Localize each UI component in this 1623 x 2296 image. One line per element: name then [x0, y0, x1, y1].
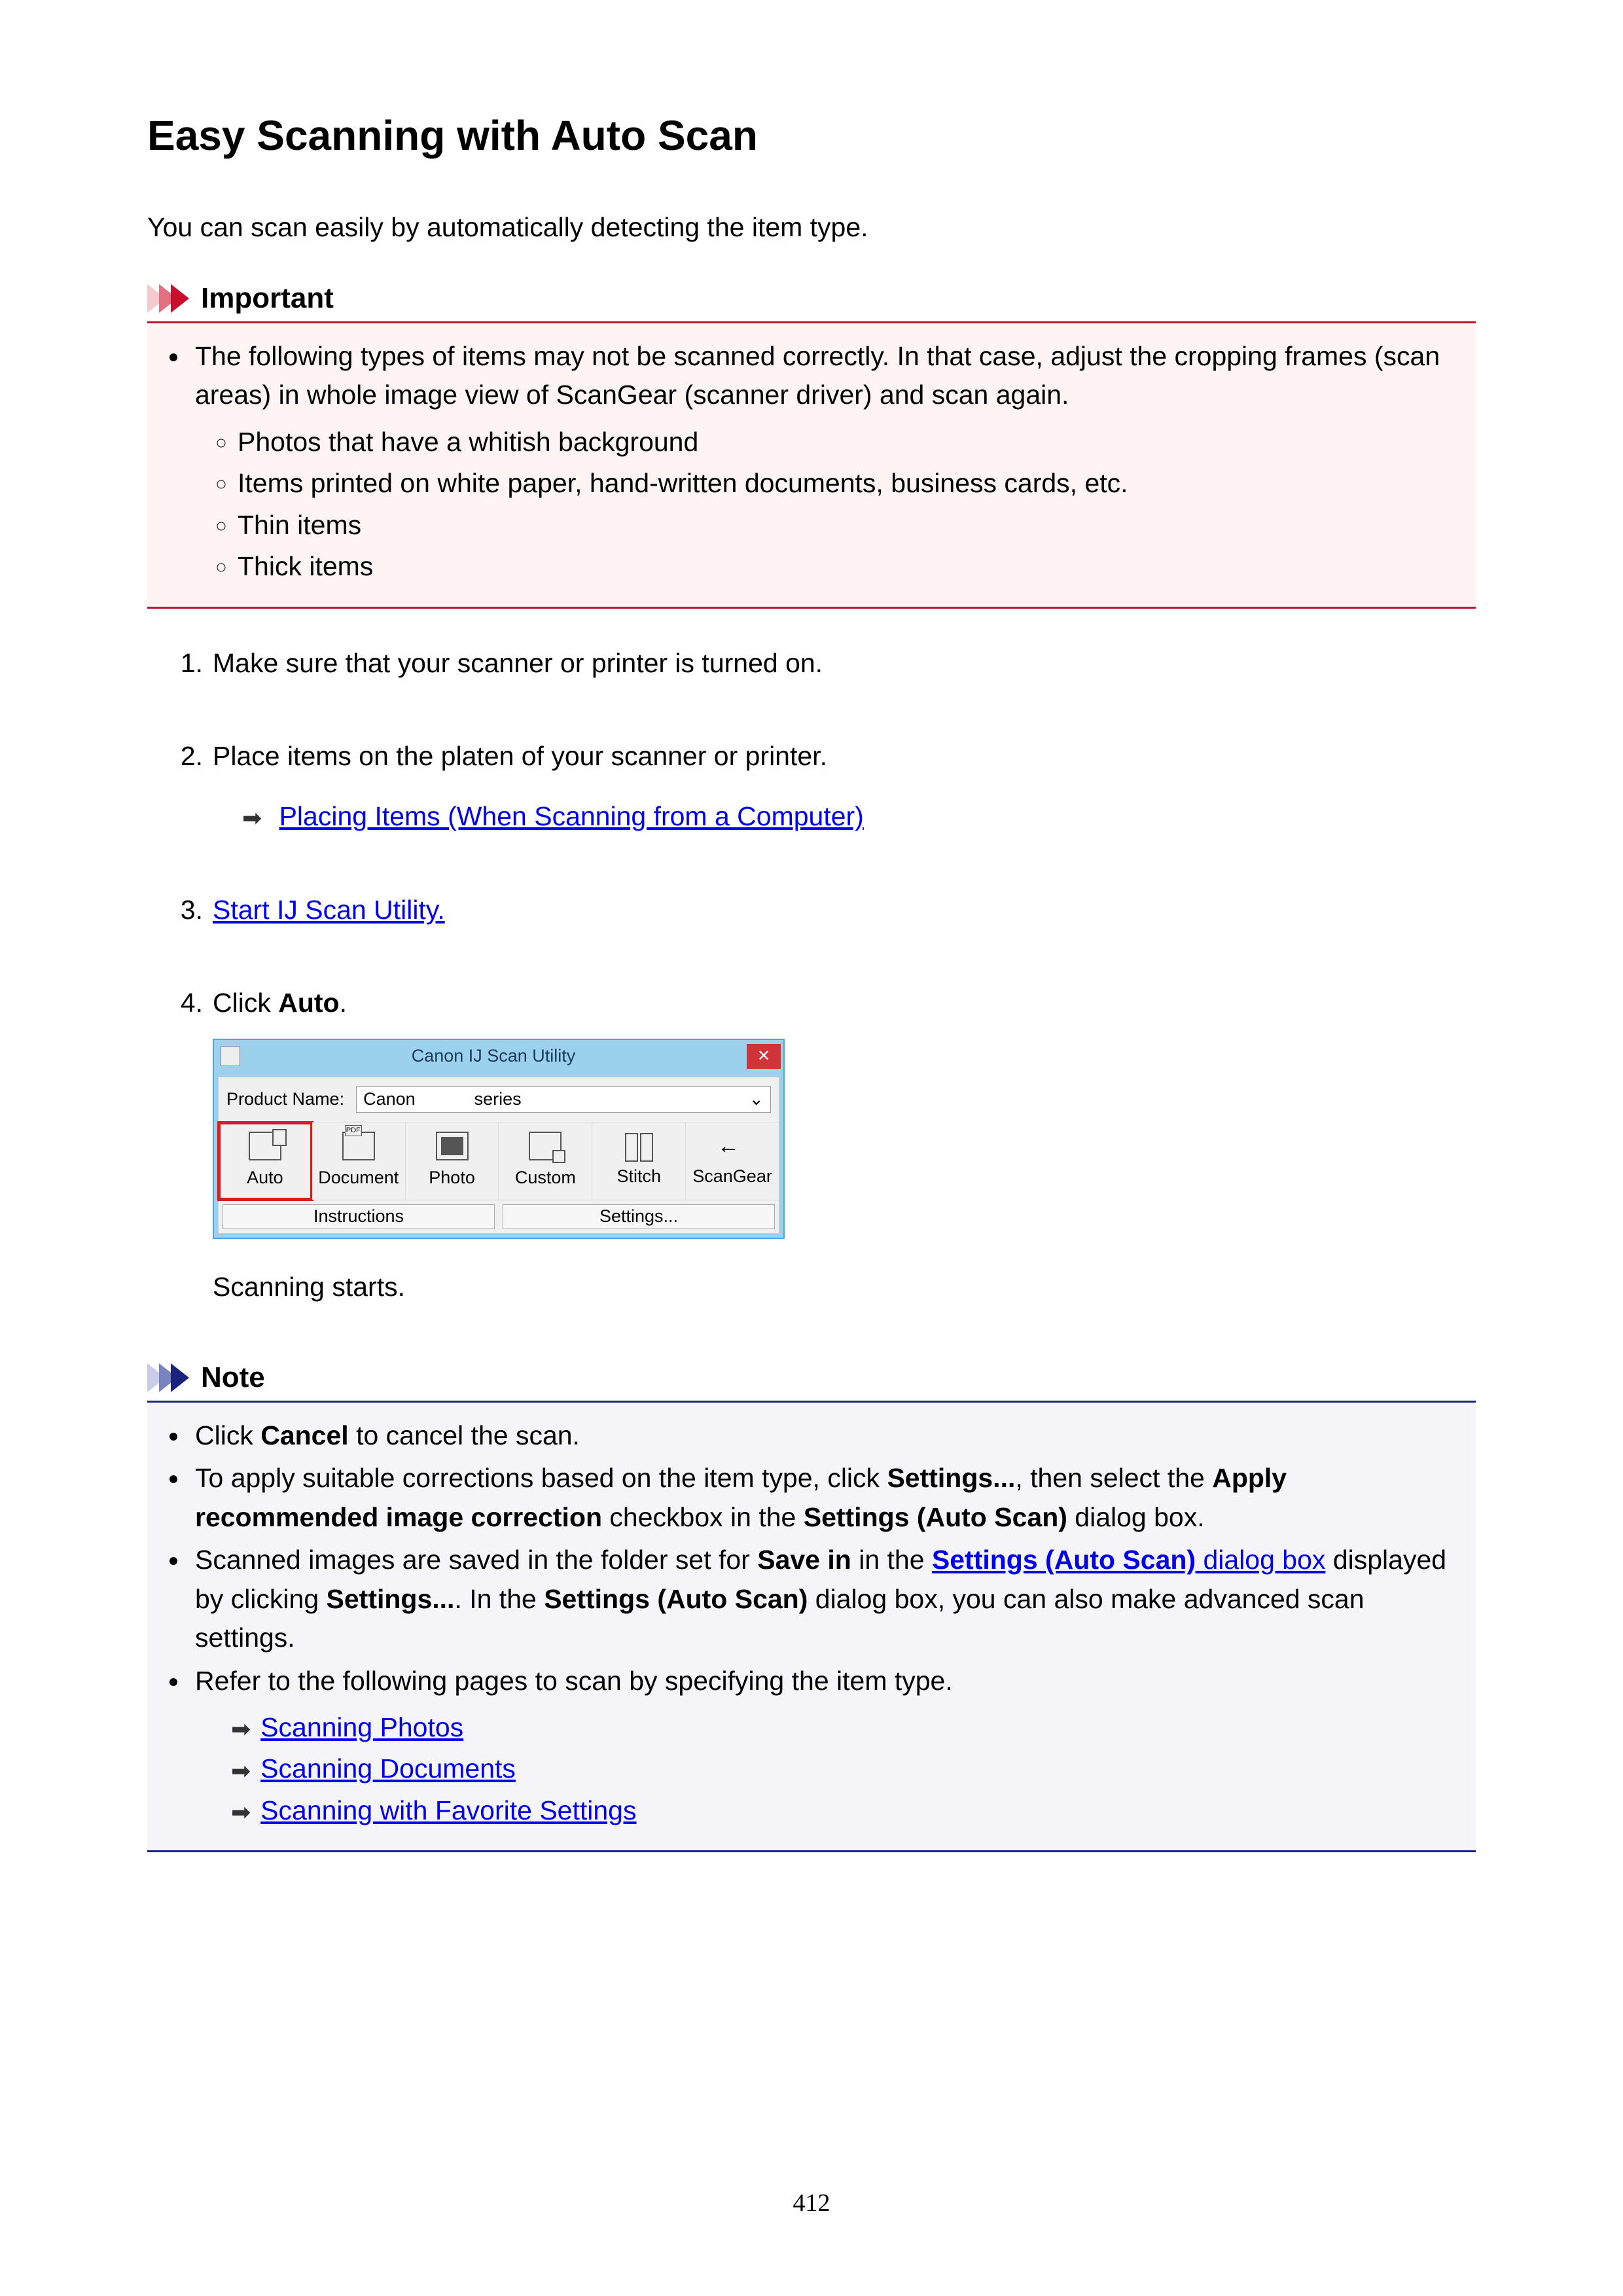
important-item: Thick items	[238, 547, 1469, 586]
step-1: Make sure that your scanner or printer i…	[167, 645, 1476, 682]
page-number: 412	[0, 2189, 1623, 2217]
step-4: Click Auto. Canon IJ Scan Utility ✕ Prod…	[167, 984, 1476, 1306]
stitch-button[interactable]: Stitch	[592, 1122, 686, 1200]
product-name-label: Product Name:	[226, 1087, 344, 1112]
chevron-icon	[147, 1363, 183, 1392]
scan-utility-window: Canon IJ Scan Utility ✕ Product Name: Ca…	[213, 1039, 785, 1239]
scangear-icon	[717, 1133, 747, 1159]
arrow-icon: ➡	[231, 1754, 251, 1788]
app-icon	[221, 1047, 240, 1066]
step-2: Place items on the platen of your scanne…	[167, 738, 1476, 836]
step-3: Start IJ Scan Utility.	[167, 891, 1476, 929]
important-item: Photos that have a whitish background	[238, 423, 1469, 461]
step-2-sublink: ➡ Placing Items (When Scanning from a Co…	[213, 798, 1476, 835]
auto-icon	[249, 1132, 281, 1160]
note-heading: Note	[201, 1361, 265, 1394]
note-item: Click Cancel to cancel the scan.	[190, 1416, 1469, 1455]
custom-button[interactable]: Custom	[499, 1122, 592, 1200]
close-icon[interactable]: ✕	[747, 1044, 781, 1069]
start-ij-scan-utility-link[interactable]: Start IJ Scan Utility.	[213, 895, 445, 925]
important-header: Important	[147, 282, 1476, 323]
settings-auto-scan-link[interactable]: Settings (Auto Scan) dialog box	[932, 1545, 1326, 1575]
arrow-icon: ➡	[231, 1712, 251, 1746]
instructions-button[interactable]: Instructions	[223, 1204, 495, 1229]
scanning-favorite-link[interactable]: Scanning with Favorite Settings	[260, 1795, 636, 1825]
scangear-button[interactable]: ScanGear	[686, 1122, 779, 1200]
window-title: Canon IJ Scan Utility	[240, 1044, 747, 1069]
photo-button[interactable]: Photo	[406, 1122, 499, 1200]
settings-button[interactable]: Settings...	[503, 1204, 775, 1229]
document-button[interactable]: Document	[312, 1122, 406, 1200]
note-item: To apply suitable corrections based on t…	[190, 1459, 1469, 1537]
page-title: Easy Scanning with Auto Scan	[147, 111, 1476, 160]
important-body: The following types of items may not be …	[147, 323, 1476, 609]
photo-icon	[436, 1132, 469, 1160]
custom-icon	[529, 1132, 562, 1160]
note-body: Click Cancel to cancel the scan. To appl…	[147, 1403, 1476, 1852]
arrow-icon: ➡	[231, 1795, 251, 1829]
chevron-down-icon: ⌄	[749, 1087, 764, 1112]
intro-text: You can scan easily by automatically det…	[147, 212, 1476, 243]
important-item: Items printed on white paper, hand-writt…	[238, 464, 1469, 503]
document-icon	[342, 1132, 375, 1160]
auto-button[interactable]: Auto	[219, 1122, 312, 1200]
scanning-documents-link[interactable]: Scanning Documents	[260, 1753, 516, 1784]
arrow-icon: ➡	[242, 802, 262, 834]
scanning-photos-link[interactable]: Scanning Photos	[260, 1712, 463, 1742]
important-item: Thin items	[238, 506, 1469, 545]
chevron-icon	[147, 284, 183, 313]
step-4-result: Scanning starts.	[213, 1268, 1476, 1306]
placing-items-link[interactable]: Placing Items (When Scanning from a Comp…	[279, 801, 864, 831]
important-heading: Important	[201, 282, 334, 315]
product-name-select[interactable]: Canon series ⌄	[356, 1086, 771, 1113]
stitch-icon	[625, 1133, 653, 1159]
note-header: Note	[147, 1361, 1476, 1403]
important-lead: The following types of items may not be …	[190, 337, 1469, 586]
note-item: Refer to the following pages to scan by …	[190, 1662, 1469, 1831]
note-item: Scanned images are saved in the folder s…	[190, 1541, 1469, 1657]
